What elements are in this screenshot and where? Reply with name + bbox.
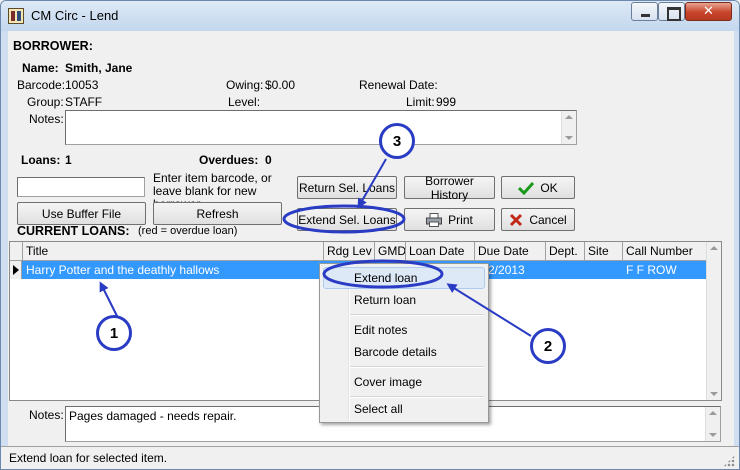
overdues-label: Overdues: — [199, 153, 259, 167]
level-label: Level: — [228, 95, 261, 109]
scroll-down-icon[interactable] — [565, 136, 573, 140]
item-notes-label: Notes: — [29, 408, 64, 422]
context-menu: Extend loan Return loan Edit notes Barco… — [319, 263, 489, 423]
ok-label: OK — [540, 180, 558, 195]
barcode-label: Barcode: — [17, 78, 66, 92]
scroll-up-icon[interactable] — [565, 115, 573, 119]
return-sel-loans-button[interactable]: Return Sel. Loans — [297, 176, 397, 199]
menu-item-cover-image[interactable]: Cover image — [354, 371, 422, 393]
grid-header: Title Rdg Lev GMD Loan Date Due Date Dep… — [10, 242, 707, 261]
renewal-date-label: Renewal Date: — [359, 78, 438, 92]
borrower-history-button[interactable]: Borrower History — [404, 174, 495, 202]
barcode-value: 10053 — [65, 78, 99, 92]
grid-scrollbar[interactable] — [706, 242, 721, 400]
current-loans-heading: CURRENT LOANS: — [17, 224, 130, 238]
borrower-notes-scrollbar[interactable] — [561, 111, 576, 144]
loans-label: Loans: — [21, 153, 61, 167]
limit-value: 999 — [436, 95, 457, 109]
borrower-notes-field[interactable] — [65, 110, 577, 145]
minimize-button[interactable] — [631, 2, 658, 21]
col-due-date[interactable]: Due Date — [475, 242, 546, 261]
current-row-indicator-icon — [10, 261, 22, 279]
item-notes-text: Pages damaged - needs repair. — [69, 409, 237, 423]
borrower-notes-label: Notes: — [29, 112, 64, 126]
print-label: Print — [448, 212, 473, 227]
menu-separator — [350, 366, 484, 368]
row-site — [585, 261, 623, 279]
col-loan-date[interactable]: Loan Date — [406, 242, 475, 261]
status-text: Extend loan for selected item. — [9, 451, 168, 465]
callout-badge-3: 3 — [379, 123, 415, 159]
print-button[interactable]: Print — [404, 208, 495, 231]
use-buffer-file-button[interactable]: Use Buffer File — [17, 202, 146, 225]
callout-badge-1: 1 — [96, 315, 132, 351]
scroll-up-icon[interactable] — [709, 411, 717, 415]
item-notes-scrollbar[interactable] — [705, 407, 720, 441]
ok-button[interactable]: OK — [501, 176, 575, 199]
group-value: STAFF — [65, 95, 103, 109]
resize-grip-icon[interactable] — [723, 455, 735, 467]
menu-item-select-all[interactable]: Select all — [354, 398, 403, 420]
loans-count: 1 — [65, 153, 72, 167]
overdue-legend: (red = overdue loan) — [138, 225, 238, 237]
col-site[interactable]: Site — [585, 242, 623, 261]
scroll-down-icon[interactable] — [709, 433, 717, 437]
menu-item-return-loan[interactable]: Return loan — [354, 289, 416, 311]
row-title: Harry Potter and the deathly hallows — [26, 263, 220, 277]
checkmark-icon — [518, 181, 535, 195]
scroll-down-icon[interactable] — [710, 392, 718, 396]
overdues-count: 0 — [265, 153, 272, 167]
menu-item-extend-loan[interactable]: Extend loan — [354, 267, 417, 289]
title-bar[interactable]: CM Circ - Lend ✕ — [1, 1, 739, 31]
menu-separator — [350, 314, 484, 316]
row-indicator-header — [10, 242, 23, 261]
row-dept — [546, 261, 585, 279]
window-title: CM Circ - Lend — [31, 8, 119, 23]
name-value: Smith, Jane — [65, 61, 133, 75]
lend-window: CM Circ - Lend ✕ BORROWER: Name: Smith, … — [0, 0, 740, 470]
item-barcode-input[interactable] — [17, 177, 145, 197]
menu-item-barcode-details[interactable]: Barcode details — [354, 341, 437, 363]
refresh-button[interactable]: Refresh — [153, 202, 282, 225]
row-call-number: F F ROW — [626, 263, 677, 277]
cancel-x-icon — [510, 213, 523, 226]
cancel-button[interactable]: Cancel — [501, 208, 575, 231]
col-dept[interactable]: Dept. — [546, 242, 585, 261]
menu-item-edit-notes[interactable]: Edit notes — [354, 319, 407, 341]
callout-badge-2: 2 — [530, 328, 566, 364]
borrower-heading: BORROWER: — [13, 39, 93, 53]
maximize-button[interactable] — [658, 2, 685, 21]
name-label: Name: — [22, 61, 59, 75]
col-rdg-lev[interactable]: Rdg Lev — [324, 242, 375, 261]
status-bar: Extend loan for selected item. — [1, 446, 739, 469]
cancel-label: Cancel — [529, 212, 567, 227]
owing-value: $0.00 — [265, 78, 296, 92]
close-icon: ✕ — [703, 4, 714, 19]
owing-label: Owing: — [226, 78, 264, 92]
col-call-number[interactable]: Call Number — [623, 242, 707, 261]
col-gmd[interactable]: GMD — [375, 242, 406, 261]
limit-label: Limit: — [406, 95, 435, 109]
scroll-up-icon[interactable] — [710, 246, 718, 250]
group-label: Group: — [27, 95, 64, 109]
app-books-icon — [8, 8, 24, 24]
close-button[interactable]: ✕ — [685, 2, 732, 21]
extend-sel-loans-button[interactable]: Extend Sel. Loans — [297, 208, 397, 231]
printer-icon — [426, 212, 443, 227]
col-title[interactable]: Title — [23, 242, 324, 261]
